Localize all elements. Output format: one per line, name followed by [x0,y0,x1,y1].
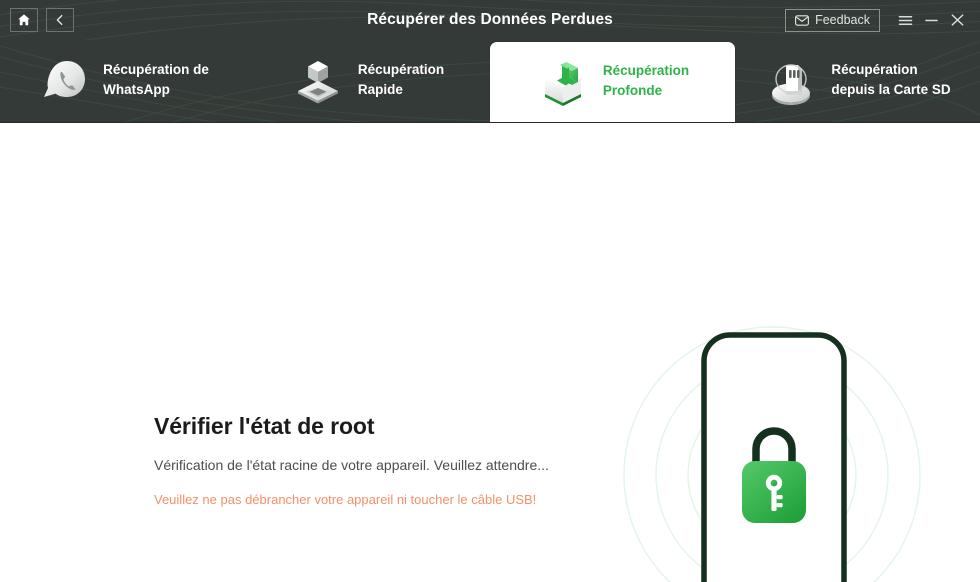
back-button[interactable] [46,8,74,32]
sd-card-recovery-icon [772,64,811,105]
phone-root-check-illustration [623,326,921,582]
envelope-icon [795,14,810,26]
home-icon [18,14,30,26]
status-subtext: Vérification de l'état racine de votre a… [154,457,549,473]
minimize-button[interactable] [918,7,944,33]
tab-quick-recovery[interactable]: Récupération Rapide [245,40,490,122]
nav-buttons [10,8,74,32]
feedback-label: Feedback [815,13,870,27]
tab-bar: Récupération de WhatsApp Récupération Ra… [0,40,980,123]
tab-label: Récupération Rapide [357,62,445,97]
tab-label: Récupération depuis la Carte SD [831,62,951,97]
status-text-block: Vérifier l'état de root Vérification de … [154,413,624,507]
close-button[interactable] [944,7,970,33]
minimize-icon [924,19,938,21]
tab-label: Récupération de WhatsApp [103,62,209,97]
title-bar: Récupérer des Données Perdues Feedback [0,0,980,40]
whatsapp-recovery-icon [44,61,86,97]
tab-deep-recovery[interactable]: Récupération Profonde [490,42,735,122]
quick-recovery-icon [297,61,338,104]
deep-recovery-icon [544,62,581,106]
tab-sd-card-recovery[interactable]: Récupération depuis la Carte SD [735,40,980,122]
menu-button[interactable] [892,7,918,33]
status-warning: Veuillez ne pas débrancher votre apparei… [154,492,537,507]
tab-whatsapp-recovery[interactable]: Récupération de WhatsApp [0,40,245,122]
content-area: Vérifier l'état de root Vérification de … [0,123,980,582]
app-window: Récupérer des Données Perdues Feedback R… [0,0,980,582]
tab-label: Récupération Profonde [602,63,690,98]
home-button[interactable] [10,8,38,32]
smartphone-icon [701,332,847,582]
chevron-left-icon [56,14,63,26]
close-icon [951,14,963,26]
window-controls: Feedback [785,0,970,40]
feedback-button[interactable]: Feedback [785,8,880,32]
hamburger-menu-icon [898,15,912,25]
status-headline: Vérifier l'état de root [154,413,375,439]
